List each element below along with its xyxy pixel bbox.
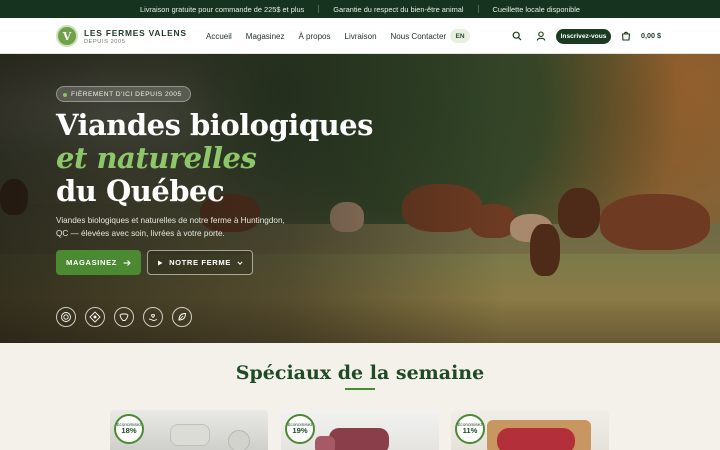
account-icon[interactable]: [533, 28, 549, 44]
hero-title-line1: Viandes biologiques: [56, 108, 373, 142]
nav-item-livraison[interactable]: Livraison: [345, 32, 377, 41]
savings-badge: Économisez 19%: [285, 414, 315, 444]
savings-badge: Économisez 11%: [455, 414, 485, 444]
logo-icon[interactable]: V: [56, 25, 78, 47]
cart-icon[interactable]: [618, 28, 634, 44]
since-badge: FIÈREMENT D'ICI DEPUIS 2005: [56, 86, 191, 102]
savings-percent: 19%: [292, 426, 308, 436]
shop-button-label: MAGASINEZ: [66, 258, 117, 267]
savings-percent: 18%: [121, 426, 137, 436]
certification-row: [56, 307, 192, 327]
nav-item-contact[interactable]: Nous Contacter: [391, 32, 447, 41]
shop-button[interactable]: MAGASINEZ: [56, 250, 141, 275]
farm-button-label: NOTRE FERME: [169, 258, 231, 267]
search-icon[interactable]: [509, 28, 525, 44]
main-nav: Accueil Magasinez À propos Livraison Nou…: [206, 18, 446, 54]
product-card[interactable]: Économisez 11%: [451, 410, 609, 450]
product-card[interactable]: Économisez 18%: [110, 410, 268, 450]
savings-badge: Économisez 18%: [114, 414, 144, 444]
savings-percent: 11%: [462, 426, 478, 436]
cow-badge-icon: [114, 307, 134, 327]
nav-item-magasinez[interactable]: Magasinez: [246, 32, 285, 41]
farm-video-button[interactable]: NOTRE FERME: [147, 250, 253, 275]
announcement-shipping: Livraison gratuite pour commande de 225$…: [139, 4, 305, 14]
organic-badge-icon: [85, 307, 105, 327]
arrow-right-icon: [123, 259, 131, 266]
product-card[interactable]: Économisez 19%: [281, 410, 439, 450]
hero-title-line2: et naturelles: [56, 141, 257, 175]
hero-title-line3: du Québec: [56, 174, 225, 208]
announcement-pickup: Cueillette locale disponible: [492, 4, 581, 14]
leaf-badge-icon: [172, 307, 192, 327]
specials-title: Spéciaux de la semaine: [235, 362, 485, 384]
brand-since: DEPUIS 2005: [84, 39, 126, 45]
play-icon: [158, 260, 163, 265]
signup-button[interactable]: Inscrivez-vous: [556, 29, 611, 44]
brand-name: LES FERMES VALENS: [84, 28, 187, 38]
brand-block[interactable]: LES FERMES VALENS DEPUIS 2005: [84, 28, 187, 45]
site-header: V LES FERMES VALENS DEPUIS 2005 Accueil …: [0, 18, 720, 54]
announcement-bar: Livraison gratuite pour commande de 225$…: [0, 0, 720, 18]
language-toggle[interactable]: EN: [450, 29, 470, 43]
chevron-down-icon: [237, 260, 243, 265]
logo-letter: V: [62, 29, 72, 43]
nav-item-accueil[interactable]: Accueil: [206, 32, 232, 41]
nav-item-a-propos[interactable]: À propos: [298, 32, 330, 41]
hero-lead: Viandes biologiques et naturelles de not…: [56, 216, 285, 238]
certification-seal-icon: [56, 307, 76, 327]
cart-total[interactable]: 0,00 $: [641, 31, 661, 40]
announcement-welfare: Garantie du respect du bien-être animal: [333, 4, 464, 14]
title-underline: [345, 388, 375, 390]
hand-care-icon: [143, 307, 163, 327]
